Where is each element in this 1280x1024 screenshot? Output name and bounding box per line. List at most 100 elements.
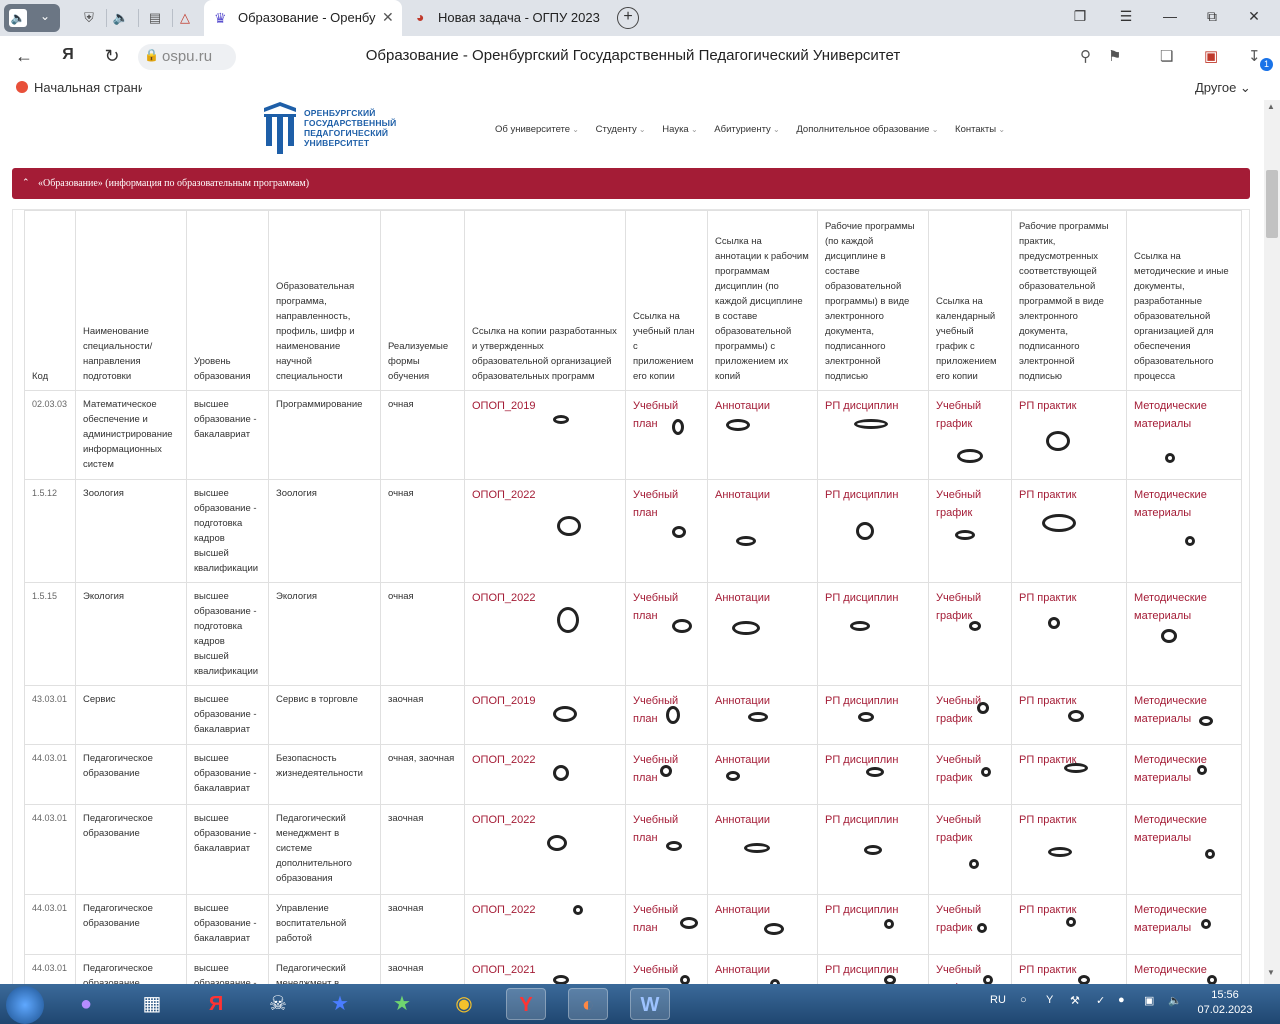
opop-link[interactable]: ОПОП_2019 <box>472 695 536 707</box>
nav-extra-education[interactable]: Дополнительное образование <box>796 124 938 135</box>
bookmark-icon[interactable]: ⚑ <box>1108 47 1121 65</box>
work-programs-link[interactable]: РП дисциплин <box>825 592 898 604</box>
schedule-link[interactable]: Учебный график <box>936 592 981 622</box>
pinned-tab-sound-icon[interactable]: 🔈 <box>112 9 130 27</box>
start-button[interactable] <box>6 986 44 1024</box>
schedule-link[interactable]: Учебный график <box>936 695 981 725</box>
scroll-down-icon[interactable]: ▼ <box>1267 968 1275 977</box>
opop-link[interactable]: ОПОП_2022 <box>472 489 536 501</box>
pinned-tab-app-icon[interactable]: △ <box>176 9 194 27</box>
close-window-icon[interactable]: ✕ <box>1244 8 1264 25</box>
star-green-icon[interactable]: ★ <box>382 988 422 1020</box>
tray-monitor-icon[interactable]: ▣ <box>1144 994 1154 1007</box>
opop-link[interactable]: ОПОП_2022 <box>472 592 536 604</box>
annotations-link[interactable]: Аннотации <box>715 400 770 412</box>
site-logo[interactable]: ОРЕНБУРГСКИЙ ГОСУДАРСТВЕННЫЙ ПЕДАГОГИЧЕС… <box>260 102 410 158</box>
practice-programs-link[interactable]: РП практик <box>1019 814 1076 826</box>
work-programs-link[interactable]: РП дисциплин <box>825 695 898 707</box>
yandex-logo-icon[interactable]: Я <box>56 46 80 64</box>
study-plan-link[interactable]: Учебный план <box>633 904 678 934</box>
tab-second[interactable]: ◕ Новая задача - ОГПУ 2023 <box>410 0 608 36</box>
menu-icon[interactable]: ☰ <box>1116 8 1136 25</box>
annotations-link[interactable]: Аннотации <box>715 695 770 707</box>
new-tab-button[interactable]: + <box>617 7 639 29</box>
language-indicator[interactable]: RU <box>990 994 1006 1006</box>
app-orange-active-icon[interactable]: ◐ <box>568 988 608 1020</box>
work-programs-link[interactable]: РП дисциплин <box>825 400 898 412</box>
study-plan-link[interactable]: Учебный план <box>633 592 678 622</box>
opop-link[interactable]: ОПОП_2019 <box>472 400 536 412</box>
schedule-link[interactable]: Учебный график <box>936 904 981 934</box>
tray-volume-icon[interactable]: 🔈 <box>1168 994 1182 1007</box>
methodical-materials-link[interactable]: Методические материалы <box>1134 904 1207 934</box>
star-blue-icon[interactable]: ★ <box>320 988 360 1020</box>
annotations-link[interactable]: Аннотации <box>715 904 770 916</box>
close-tab-icon[interactable]: ✕ <box>382 9 394 26</box>
tray-network-icon[interactable]: ● <box>1118 994 1125 1006</box>
clock[interactable]: 15:56 07.02.2023 <box>1196 988 1254 1018</box>
work-programs-link[interactable]: РП дисциплин <box>825 489 898 501</box>
word-icon[interactable]: W <box>630 988 670 1020</box>
work-programs-link[interactable]: РП дисциплин <box>825 754 898 766</box>
url-field[interactable]: 🔒 ospu.ru <box>138 44 236 70</box>
schedule-link[interactable]: Учебный график <box>936 489 981 519</box>
nav-about[interactable]: Об университете <box>495 124 579 135</box>
game-pirate-icon[interactable]: ☠ <box>258 988 298 1020</box>
reload-icon[interactable]: ↻ <box>100 46 124 67</box>
minimize-icon[interactable]: — <box>1160 8 1180 24</box>
pinned-tab-stats-icon[interactable]: ▤ <box>146 9 164 27</box>
annotations-link[interactable]: Аннотации <box>715 489 770 501</box>
practice-programs-link[interactable]: РП практик <box>1019 400 1076 412</box>
search-icon[interactable]: ⚲ <box>1080 47 1091 65</box>
methodical-materials-link[interactable]: Методические материалы <box>1134 695 1207 725</box>
work-programs-link[interactable]: РП дисциплин <box>825 814 898 826</box>
download-icon[interactable]: ↧ <box>1248 47 1261 65</box>
methodical-materials-link[interactable]: Методические материалы <box>1134 489 1207 519</box>
scroll-thumb[interactable] <box>1266 170 1278 238</box>
methodical-materials-link[interactable]: Методические материалы <box>1134 400 1207 430</box>
calculator-icon[interactable]: ▦ <box>132 988 172 1020</box>
opop-link[interactable]: ОПОП_2022 <box>472 754 536 766</box>
schedule-link[interactable]: Учебный график <box>936 964 981 984</box>
collections-icon[interactable]: ❏ <box>1160 47 1173 65</box>
pinned-tab-shield-icon[interactable]: ⛨ <box>80 9 98 27</box>
bookmark-home[interactable]: Начальная страница <box>16 80 142 95</box>
chrome-icon[interactable]: ◉ <box>444 988 484 1020</box>
accordion-header[interactable]: ⌃ «Образование» (информация по образоват… <box>12 168 1250 199</box>
nav-contacts[interactable]: Контакты <box>955 124 1005 135</box>
tab-active[interactable]: ♛ Образование - Оренбург ✕ <box>204 0 402 36</box>
schedule-link[interactable]: Учебный график <box>936 754 981 784</box>
bookmark-other[interactable]: Другое ⌄ <box>1195 80 1251 96</box>
practice-programs-link[interactable]: РП практик <box>1019 695 1076 707</box>
opop-link[interactable]: ОПОП_2021 <box>472 964 536 976</box>
practice-programs-link[interactable]: РП практик <box>1019 904 1076 916</box>
work-programs-link[interactable]: РП дисциплин <box>825 904 898 916</box>
methodical-materials-link[interactable]: Методические материалы <box>1134 754 1207 784</box>
annotations-link[interactable]: Аннотации <box>715 814 770 826</box>
restore-icon[interactable]: ⧉ <box>1202 8 1222 25</box>
back-arrow-icon[interactable]: ← <box>12 46 36 67</box>
annotations-link[interactable]: Аннотации <box>715 592 770 604</box>
page-scrollbar[interactable]: ▲ ▼ <box>1264 100 1280 984</box>
practice-programs-link[interactable]: РП практик <box>1019 964 1076 976</box>
annotations-link[interactable]: Аннотации <box>715 754 770 766</box>
schedule-link[interactable]: Учебный график <box>936 400 981 430</box>
yandex-browser-active-icon[interactable]: Y <box>506 988 546 1020</box>
study-plan-link[interactable]: Учебный план <box>633 489 678 519</box>
tray-disk-icon[interactable]: ○ <box>1020 994 1027 1006</box>
alice-icon[interactable]: ● <box>66 988 106 1020</box>
practice-programs-link[interactable]: РП практик <box>1019 592 1076 604</box>
methodical-materials-link[interactable]: Методические материалы <box>1134 592 1207 622</box>
nav-applicant[interactable]: Абитуриенту <box>714 124 779 135</box>
study-plan-link[interactable]: Учебный план <box>633 814 678 844</box>
annotations-link[interactable]: Аннотации <box>715 964 770 976</box>
scroll-up-icon[interactable]: ▲ <box>1267 102 1275 111</box>
opop-link[interactable]: ОПОП_2022 <box>472 814 536 826</box>
yandex-menu-button[interactable]: 🔈 ⌄ <box>4 4 60 32</box>
methodical-materials-link[interactable]: Методические материалы <box>1134 964 1207 984</box>
extension-icon[interactable]: ▣ <box>1204 47 1218 65</box>
tray-check-icon[interactable]: ✓ <box>1096 994 1105 1007</box>
methodical-materials-link[interactable]: Методические материалы <box>1134 814 1207 844</box>
nav-student[interactable]: Студенту <box>596 124 646 135</box>
study-plan-link[interactable]: Учебный план <box>633 964 678 984</box>
